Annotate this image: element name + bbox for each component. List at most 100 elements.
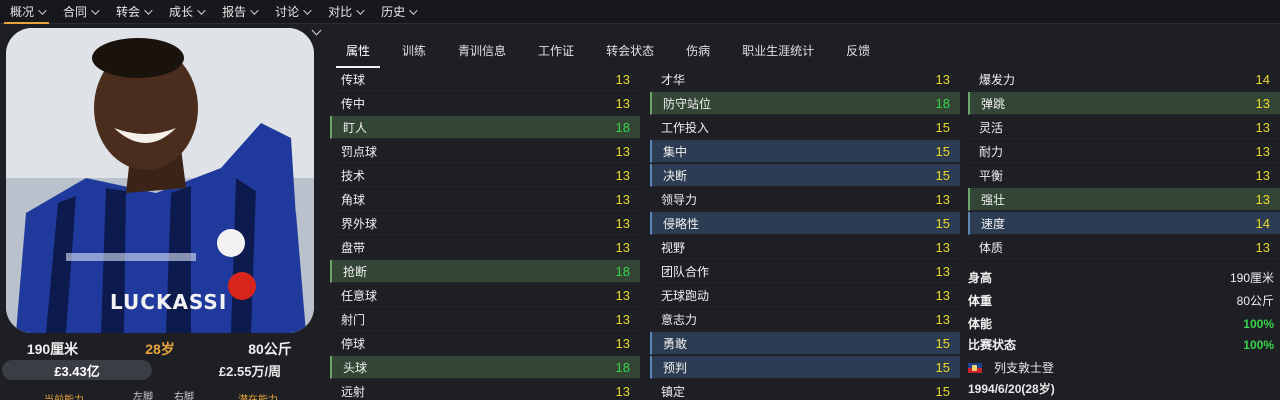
attribute-name: 任意球 <box>341 288 378 303</box>
attribute-row[interactable]: 强壮 13 <box>968 188 1280 211</box>
attribute-row[interactable]: 团队合作 13 <box>650 260 960 283</box>
info-value: 100% <box>1243 316 1274 331</box>
attribute-row[interactable]: 意志力 13 <box>650 308 960 331</box>
attribute-row[interactable]: 侵略性 15 <box>650 212 960 235</box>
attribute-name: 盯人 <box>343 120 368 135</box>
nav-compare[interactable]: 对比 <box>318 0 371 24</box>
attribute-name: 爆发力 <box>979 72 1016 87</box>
chevron-down-icon <box>409 5 418 15</box>
player-panel: LUCKASSI 190厘米 28岁 80公斤 £3.43亿 £2.55万/周 … <box>0 25 325 400</box>
attribute-row[interactable]: 头球 18 <box>330 356 640 379</box>
attribute-row[interactable]: 工作投入 15 <box>650 116 960 139</box>
nav-development[interactable]: 成长 <box>159 0 212 24</box>
chevron-down-icon <box>197 5 206 15</box>
attribute-value: 13 <box>615 335 630 351</box>
attribute-value: 13 <box>615 71 630 87</box>
attribute-row[interactable]: 界外球 13 <box>330 212 640 235</box>
attribute-row[interactable]: 耐力 13 <box>968 140 1280 163</box>
attribute-row[interactable]: 盯人 18 <box>330 116 640 139</box>
player-age: 28岁 <box>145 341 175 357</box>
left-foot-label: 左脚 <box>133 392 153 400</box>
attribute-row[interactable]: 爆发力 14 <box>968 68 1280 91</box>
attribute-row[interactable]: 预判 15 <box>650 356 960 379</box>
attribute-row[interactable]: 技术 13 <box>330 164 640 187</box>
nav-label: 概况 <box>10 5 35 19</box>
chevron-down-icon <box>91 5 100 15</box>
tab-feedback[interactable]: 反馈 <box>830 38 886 68</box>
top-nav: 概况 合同 转会 成长 报告 讨论 对比 历史 <box>0 0 1280 24</box>
attribute-name: 弹跳 <box>981 96 1006 111</box>
tab-transfer-status[interactable]: 转会状态 <box>590 38 670 68</box>
chevron-down-icon <box>303 5 312 15</box>
attribute-value: 13 <box>935 71 950 87</box>
nav-transfer[interactable]: 转会 <box>106 0 159 24</box>
tab-injuries[interactable]: 伤病 <box>670 38 726 68</box>
attribute-value: 18 <box>615 263 630 279</box>
attribute-value: 15 <box>935 215 950 231</box>
nav-contract[interactable]: 合同 <box>53 0 106 24</box>
attribute-row[interactable]: 集中 15 <box>650 140 960 163</box>
chevron-down-icon <box>356 5 365 15</box>
attribute-row[interactable]: 平衡 13 <box>968 164 1280 187</box>
nationality-row[interactable]: 列支敦士登 <box>968 356 1280 379</box>
tab-training[interactable]: 训练 <box>386 38 442 68</box>
tab-youth-info[interactable]: 青训信息 <box>442 38 522 68</box>
attribute-name: 传中 <box>341 96 366 111</box>
attribute-name: 速度 <box>981 216 1006 231</box>
attribute-row[interactable]: 盘带 13 <box>330 236 640 259</box>
nav-label: 历史 <box>381 5 406 19</box>
tab-career-stats[interactable]: 职业生涯统计 <box>726 38 830 68</box>
attribute-row[interactable]: 防守站位 18 <box>650 92 960 115</box>
attribute-row[interactable]: 传球 13 <box>330 68 640 91</box>
attribute-row[interactable]: 射门 13 <box>330 308 640 331</box>
attribute-name: 角球 <box>341 192 366 207</box>
attribute-value: 13 <box>1255 119 1270 135</box>
attribute-name: 防守站位 <box>663 96 712 111</box>
attribute-name: 射门 <box>341 312 366 327</box>
info-label: 体能 <box>968 317 993 331</box>
attribute-row[interactable]: 无球跑动 13 <box>650 284 960 307</box>
attribute-value: 13 <box>1255 239 1270 255</box>
nav-discuss[interactable]: 讨论 <box>265 0 318 24</box>
attribute-value: 13 <box>615 383 630 399</box>
attribute-row[interactable]: 罚点球 13 <box>330 140 640 163</box>
chevron-down-icon <box>250 5 259 15</box>
attribute-name: 团队合作 <box>661 264 710 279</box>
attribute-name: 工作投入 <box>661 120 710 135</box>
attribute-name: 强壮 <box>981 192 1006 207</box>
attribute-row[interactable]: 才华 13 <box>650 68 960 91</box>
attribute-row[interactable]: 远射 13 <box>330 380 640 400</box>
attribute-value: 15 <box>935 335 950 351</box>
attribute-value: 15 <box>935 143 950 159</box>
attribute-row[interactable]: 任意球 13 <box>330 284 640 307</box>
attribute-name: 体质 <box>979 240 1004 255</box>
attribute-row[interactable]: 决断 15 <box>650 164 960 187</box>
attribute-value: 13 <box>615 167 630 183</box>
nav-label: 成长 <box>169 5 194 19</box>
attribute-row[interactable]: 弹跳 13 <box>968 92 1280 115</box>
attribute-row[interactable]: 角球 13 <box>330 188 640 211</box>
attribute-row[interactable]: 勇敢 15 <box>650 332 960 355</box>
attribute-row[interactable]: 体质 13 <box>968 236 1280 259</box>
nav-label: 报告 <box>222 5 247 19</box>
nav-history[interactable]: 历史 <box>371 0 424 24</box>
nav-reports[interactable]: 报告 <box>212 0 265 24</box>
attribute-name: 头球 <box>343 360 368 375</box>
attribute-row[interactable]: 速度 14 <box>968 212 1280 235</box>
attribute-value: 13 <box>615 311 630 327</box>
chevron-down-icon[interactable] <box>311 25 322 36</box>
chevron-down-icon <box>38 5 47 15</box>
tab-work-permit[interactable]: 工作证 <box>522 38 590 68</box>
attribute-row[interactable]: 抢断 18 <box>330 260 640 283</box>
nav-overview[interactable]: 概况 <box>0 0 53 24</box>
attribute-row[interactable]: 传中 13 <box>330 92 640 115</box>
attribute-row[interactable]: 领导力 13 <box>650 188 960 211</box>
attribute-row[interactable]: 停球 13 <box>330 332 640 355</box>
attribute-row[interactable]: 视野 13 <box>650 236 960 259</box>
attribute-name: 盘带 <box>341 240 366 255</box>
attribute-value: 18 <box>615 119 630 135</box>
nav-label: 转会 <box>116 5 141 19</box>
attribute-row[interactable]: 镇定 15 <box>650 380 960 400</box>
tab-attributes[interactable]: 属性 <box>330 38 386 68</box>
attribute-row[interactable]: 灵活 13 <box>968 116 1280 139</box>
